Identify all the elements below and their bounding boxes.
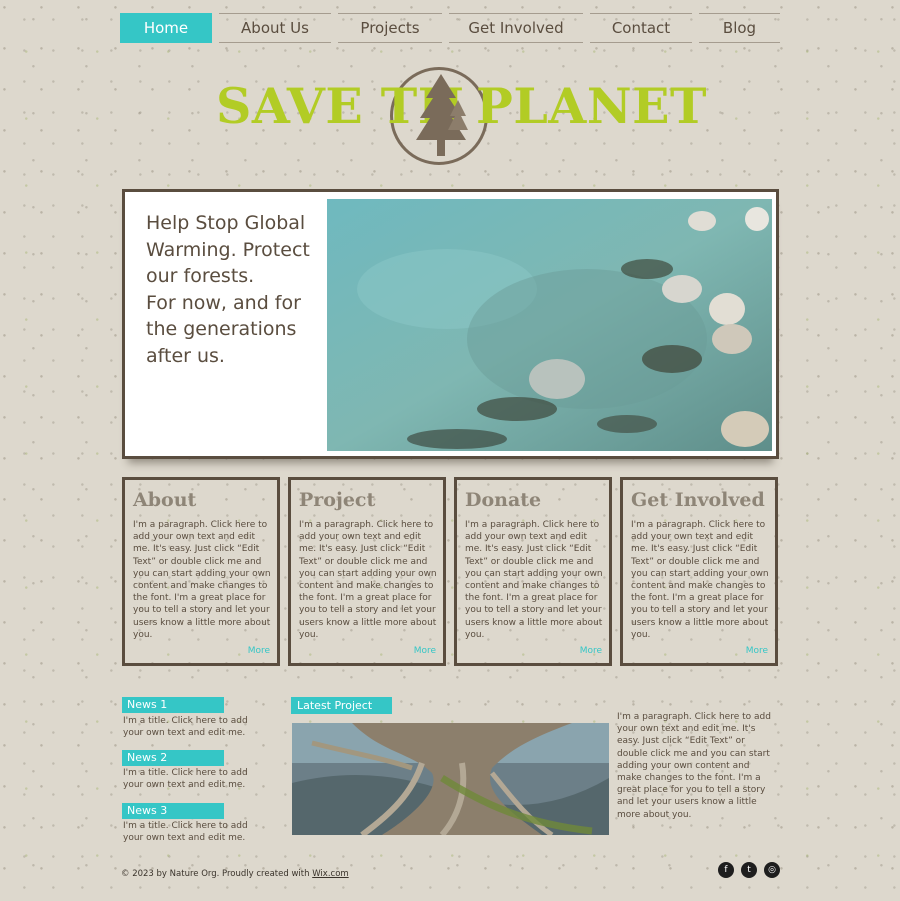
nav-get-involved[interactable]: Get Involved <box>449 13 583 43</box>
hero-subline: For now, and for the generations after u… <box>146 291 301 367</box>
nav-blog[interactable]: Blog <box>699 13 780 43</box>
card-donate: Donate I'm a paragraph. Click here to ad… <box>454 477 612 666</box>
nav-home[interactable]: Home <box>120 13 212 43</box>
news-2-text: I'm a title. Click here to add your own … <box>123 768 248 790</box>
card-more-link[interactable]: More <box>580 646 602 656</box>
news-3-text: I'm a title. Click here to add your own … <box>123 821 248 843</box>
footer-wix-link[interactable]: Wix.com <box>312 869 348 879</box>
site-logo[interactable]: SAVE TH PLANET <box>214 62 706 172</box>
card-more-link[interactable]: More <box>248 646 270 656</box>
nav-contact[interactable]: Contact <box>590 13 692 43</box>
card-text: I'm a paragraph. Click here to add your … <box>133 520 271 640</box>
hero-headline: Help Stop Global Warming. Protect our fo… <box>146 212 310 287</box>
news-1-text: I'm a title. Click here to add your own … <box>123 716 248 738</box>
card-about: About I'm a paragraph. Click here to add… <box>122 477 280 666</box>
card-title: About <box>133 489 197 511</box>
card-text: I'm a paragraph. Click here to add your … <box>299 520 437 640</box>
instagram-icon[interactable]: ◎ <box>764 862 780 878</box>
twitter-icon[interactable]: t <box>741 862 757 878</box>
hero-section: Help Stop Global Warming. Protect our fo… <box>122 189 779 459</box>
card-title: Donate <box>465 489 542 511</box>
hero-text: Help Stop Global Warming. Protect our fo… <box>146 210 326 369</box>
card-project: Project I'm a paragraph. Click here to a… <box>288 477 446 666</box>
hero-image-shallow-water <box>327 199 772 451</box>
card-title: Get Involved <box>631 489 765 511</box>
facebook-icon[interactable]: f <box>718 862 734 878</box>
nav-projects[interactable]: Projects <box>338 13 442 43</box>
latest-project-label[interactable]: Latest Project <box>291 697 392 714</box>
card-text: I'm a paragraph. Click here to add your … <box>631 520 769 640</box>
logo-text-right: PLANET <box>476 77 707 135</box>
card-text: I'm a paragraph. Click here to add your … <box>465 520 603 640</box>
nav-about-us[interactable]: About Us <box>219 13 331 43</box>
footer-copyright-text: © 2023 by Nature Org. Proudly created wi… <box>121 869 313 879</box>
card-more-link[interactable]: More <box>746 646 768 656</box>
news-1-label[interactable]: News 1 <box>122 697 224 713</box>
card-title: Project <box>299 489 376 511</box>
card-get-involved: Get Involved I'm a paragraph. Click here… <box>620 477 778 666</box>
latest-project-text: I'm a paragraph. Click here to add your … <box>617 712 771 820</box>
card-more-link[interactable]: More <box>414 646 436 656</box>
tree-icon <box>416 74 468 156</box>
social-links: f t ◎ <box>718 862 780 878</box>
footer-copyright: © 2023 by Nature Org. Proudly created wi… <box>121 869 349 879</box>
news-3-label[interactable]: News 3 <box>122 803 224 819</box>
news-2-label[interactable]: News 2 <box>122 750 224 766</box>
latest-project-image <box>292 723 609 835</box>
main-nav: Home About Us Projects Get Involved Cont… <box>120 13 780 43</box>
